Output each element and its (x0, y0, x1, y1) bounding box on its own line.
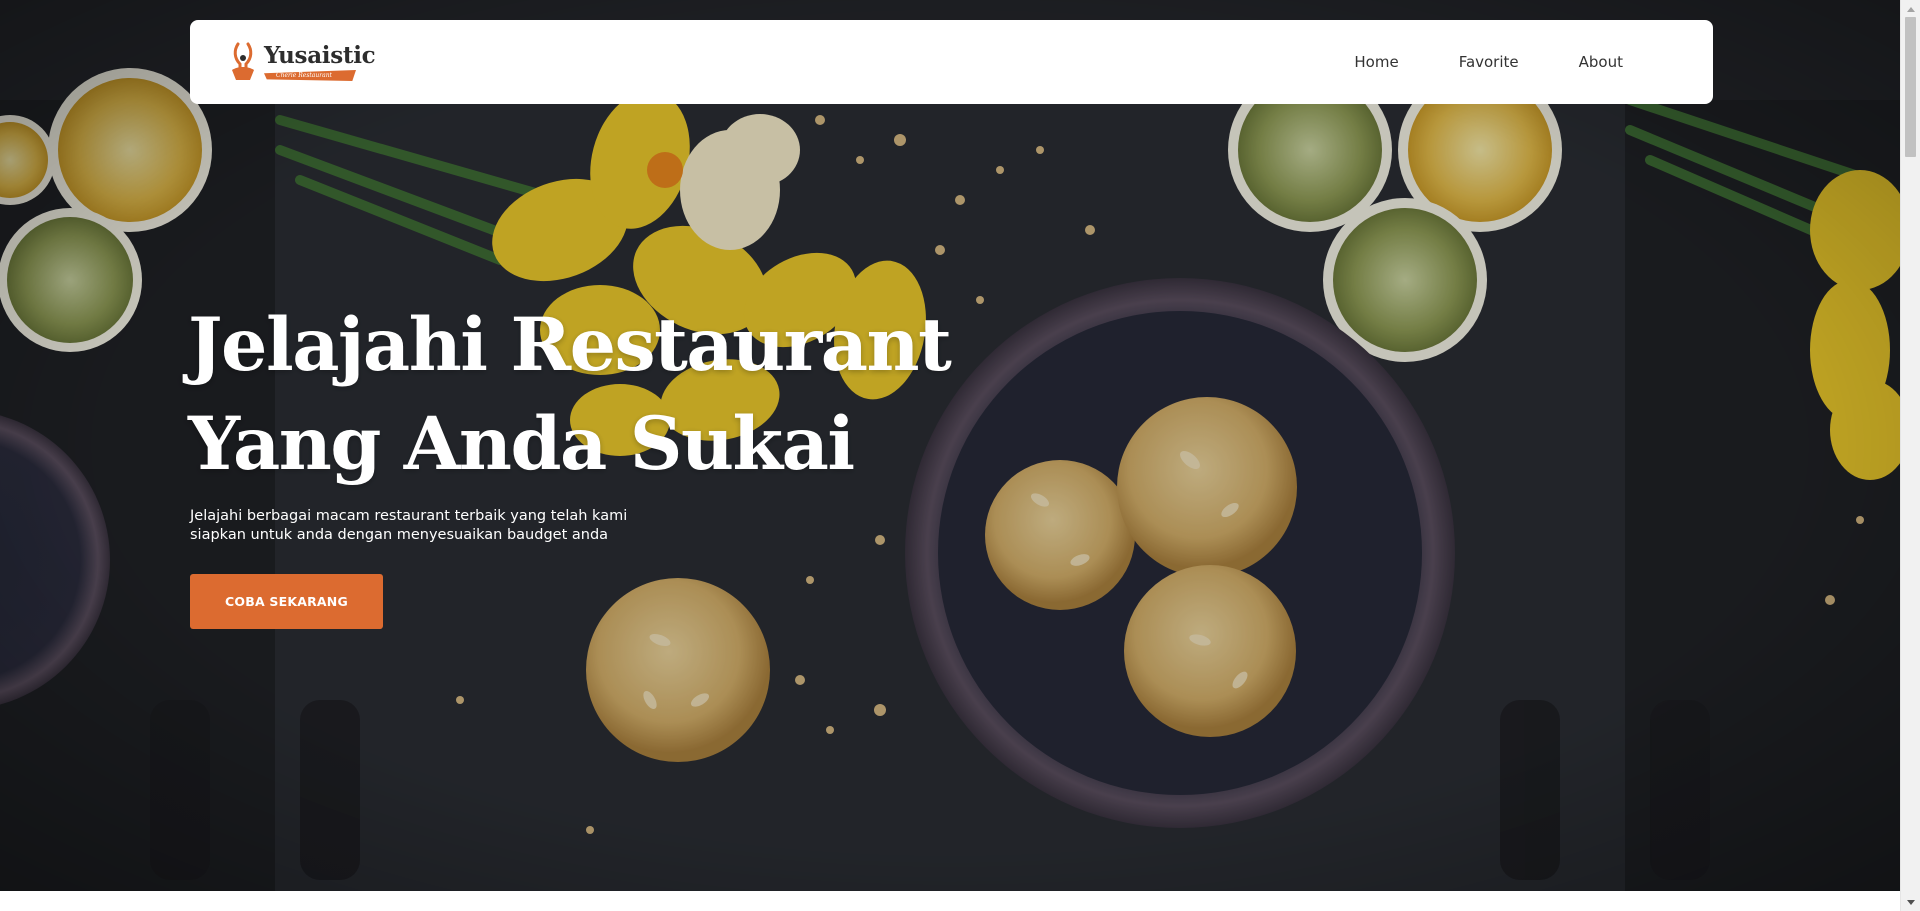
hero-subtitle-line2: siapkan untuk anda dengan menyesuaikan b… (190, 527, 609, 543)
scroll-down-arrow-icon[interactable] (1901, 894, 1920, 911)
hero-title-line2: Yang Anda Sukai (188, 401, 855, 487)
scroll-thumb[interactable] (1905, 17, 1916, 157)
vertical-scrollbar[interactable] (1900, 0, 1920, 911)
nav-link-favorite[interactable]: Favorite (1429, 43, 1549, 81)
nav-link-home[interactable]: Home (1324, 43, 1428, 81)
brand-text: Yusaistic Cherie Restaurant (264, 42, 376, 81)
brand-name: Yusaistic (264, 42, 376, 69)
navbar: Yusaistic Cherie Restaurant Home Favorit… (190, 20, 1713, 104)
nav-link-about[interactable]: About (1549, 43, 1653, 81)
nav-links: Home Favorite About (1324, 43, 1653, 81)
scroll-up-arrow-icon[interactable] (1901, 0, 1920, 17)
brand-logo-link[interactable]: Yusaistic Cherie Restaurant (228, 40, 376, 84)
chef-whisk-icon (232, 42, 254, 80)
hero-title: Jelajahi Restaurant Yang Anda Sukai (188, 296, 988, 494)
page-content-start (0, 891, 1900, 911)
brand-tagline: Cherie Restaurant (264, 70, 356, 81)
hero-subtitle-line1: Jelajahi berbagai macam restaurant terba… (190, 508, 628, 524)
hero-subtitle: Jelajahi berbagai macam restaurant terba… (190, 507, 710, 545)
hero-title-line1: Jelajahi Restaurant (188, 302, 952, 388)
cta-button[interactable]: COBA SEKARANG (190, 574, 383, 629)
hero-background: Jelajahi Restaurant Yang Anda Sukai Jela… (0, 0, 1900, 891)
